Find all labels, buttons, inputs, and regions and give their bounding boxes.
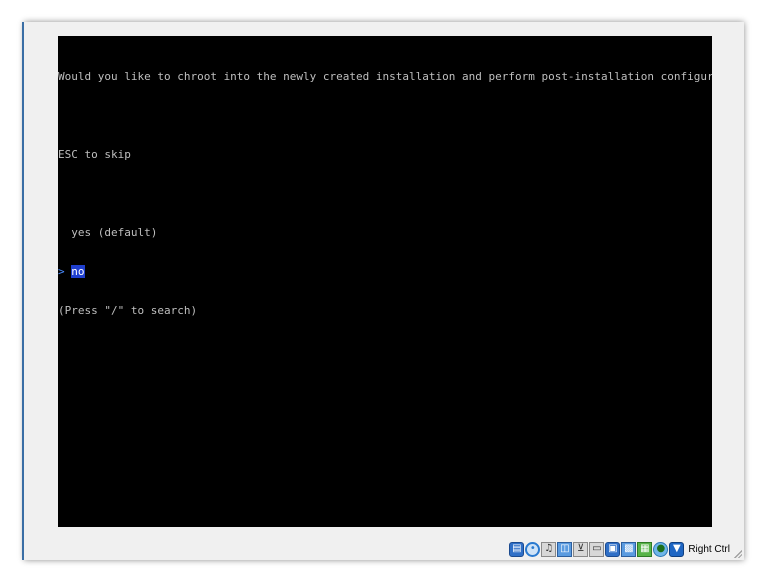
resize-grip[interactable] (733, 549, 742, 558)
host-key-label: Right Ctrl (688, 543, 730, 555)
video-capture-icon[interactable]: ▩ (621, 541, 637, 557)
terminal-output: Would you like to chroot into the newly … (58, 44, 712, 343)
network-icon[interactable]: ◫ (557, 541, 573, 557)
vm-status-bar: ▤ • ♫ ◫ ⊻ ▭ ▣ ▩ ▦ ● ▼ Right Ctrl (509, 540, 730, 558)
option-yes[interactable]: yes (default) (58, 226, 712, 239)
shared-folders-icon[interactable]: ▭ (589, 541, 605, 557)
usb-icon[interactable]: ⊻ (573, 541, 589, 557)
mouse-integration-icon[interactable]: ● (653, 541, 669, 557)
optical-drive-icon[interactable]: • (525, 541, 541, 557)
selection-cursor-icon: > (58, 265, 65, 278)
option-no[interactable]: > no (58, 265, 712, 278)
option-no-label: no (71, 265, 85, 278)
audio-icon[interactable]: ♫ (541, 541, 557, 557)
hard-disk-icon[interactable]: ▤ (509, 541, 525, 557)
option-yes-label: yes (default) (71, 226, 158, 239)
guest-display[interactable]: Would you like to chroot into the newly … (58, 36, 712, 527)
skip-hint: ESC to skip (58, 148, 131, 161)
virtualbox-vm-window: Would you like to chroot into the newly … (22, 22, 744, 560)
display-icon[interactable]: ▣ (605, 541, 621, 557)
search-hint: (Press "/" to search) (58, 304, 198, 317)
keyboard-capture-icon[interactable]: ▼ (669, 541, 685, 557)
cpu-icon[interactable]: ▦ (637, 541, 653, 557)
prompt-question: Would you like to chroot into the newly … (58, 70, 712, 83)
